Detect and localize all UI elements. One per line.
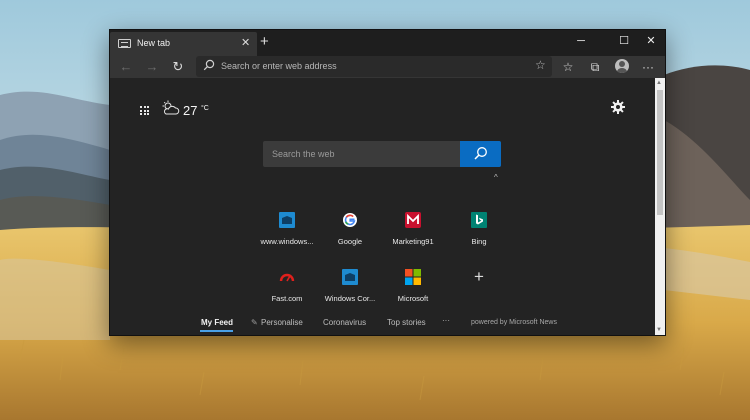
scroll-up-arrow-icon[interactable]: ▲	[656, 80, 662, 86]
fast-icon	[279, 273, 295, 282]
feed-more-button[interactable]: ···	[442, 316, 450, 325]
tab-close-icon[interactable]: ✕	[241, 36, 250, 49]
favorites-icon[interactable]: ☆	[559, 58, 577, 76]
address-placeholder: Search or enter web address	[221, 61, 337, 71]
tab-my-feed[interactable]: My Feed	[201, 318, 233, 327]
settings-more-button[interactable]: ···	[639, 58, 657, 76]
microsoft-icon	[405, 269, 421, 285]
vertical-scrollbar[interactable]: ▲ ▼	[655, 78, 665, 335]
tab-personalise[interactable]: Personalise	[261, 318, 303, 327]
search-icon	[474, 147, 487, 160]
web-search-box[interactable]: Search the web	[263, 141, 501, 167]
add-quick-link-button[interactable]: +	[443, 267, 515, 317]
profile-avatar[interactable]	[615, 59, 629, 73]
search-submit-button[interactable]	[460, 141, 501, 167]
new-tab-button[interactable]: +	[260, 33, 269, 51]
quick-link-microsoft[interactable]: Microsoft	[377, 269, 449, 317]
close-button[interactable]: ✕	[639, 32, 663, 50]
news-feed-tabs: My Feed ✎ Personalise Coronavirus Top st…	[110, 316, 655, 334]
back-button[interactable]: ←	[116, 57, 136, 77]
tile-label: Fast.com	[271, 294, 303, 303]
tile-label: Microsoft	[397, 294, 429, 303]
active-tab-indicator	[200, 330, 233, 332]
quick-link-windows[interactable]: www.windows...	[251, 212, 323, 260]
search-placeholder: Search the web	[272, 149, 335, 159]
tab-coronavirus[interactable]: Coronavirus	[323, 318, 366, 327]
tile-label: Marketing91	[392, 237, 434, 246]
tile-label: Google	[337, 237, 363, 246]
maximize-button[interactable]: ☐	[612, 32, 636, 50]
quick-link-fast[interactable]: Fast.com	[251, 269, 323, 317]
windows-store-icon	[342, 269, 358, 285]
tile-label: Windows Cor...	[324, 294, 376, 303]
scrollbar-thumb[interactable]	[657, 90, 663, 215]
tile-label: www.windows...	[260, 237, 314, 246]
pencil-icon: ✎	[251, 318, 258, 327]
collapse-chevron-up-icon[interactable]: ^	[494, 173, 498, 182]
weather-cloud-sun-icon	[162, 100, 180, 115]
collections-icon[interactable]: ⧉	[586, 58, 604, 76]
navigation-toolbar: ← → ↻ Search or enter web address ☆ ☆ ⧉ …	[110, 56, 665, 78]
app-launcher-icon[interactable]	[140, 106, 149, 115]
add-tile-icon: +	[474, 267, 484, 286]
favorite-star-icon[interactable]: ☆	[535, 58, 546, 72]
address-bar[interactable]: Search or enter web address ☆	[196, 56, 552, 77]
new-tab-page: 27 °C Search the web ^ www.windows... Go…	[110, 78, 655, 335]
tile-label: Bing	[471, 237, 487, 246]
marketing91-icon	[405, 212, 421, 228]
quick-link-google[interactable]: Google	[314, 212, 386, 260]
quick-link-windows-corner[interactable]: Windows Cor...	[314, 269, 386, 317]
scroll-down-arrow-icon[interactable]: ▼	[656, 327, 662, 333]
tab-title: New tab	[137, 38, 171, 48]
browser-window: New tab ✕ + ─ ☐ ✕ ← → ↻ Search or enter …	[109, 29, 666, 336]
quick-link-bing[interactable]: Bing	[443, 212, 515, 260]
forward-button[interactable]: →	[142, 57, 162, 77]
quick-link-marketing91[interactable]: Marketing91	[377, 212, 449, 260]
refresh-button[interactable]: ↻	[168, 57, 188, 77]
powered-by-label: powered by Microsoft News	[471, 319, 557, 326]
google-icon	[343, 213, 357, 227]
temperature-value: 27	[183, 103, 198, 118]
bing-icon	[471, 212, 487, 228]
windows-store-icon	[279, 212, 295, 228]
page-settings-gear-icon[interactable]	[611, 100, 625, 114]
search-icon	[203, 59, 215, 71]
tab-top-stories[interactable]: Top stories	[387, 318, 426, 327]
tab-new-tab[interactable]: New tab ✕	[110, 32, 257, 56]
title-bar: New tab ✕ + ─ ☐ ✕	[110, 30, 665, 56]
temperature-unit: °C	[201, 105, 209, 112]
new-tab-page-icon	[118, 39, 131, 48]
minimize-button[interactable]: ─	[569, 32, 593, 50]
